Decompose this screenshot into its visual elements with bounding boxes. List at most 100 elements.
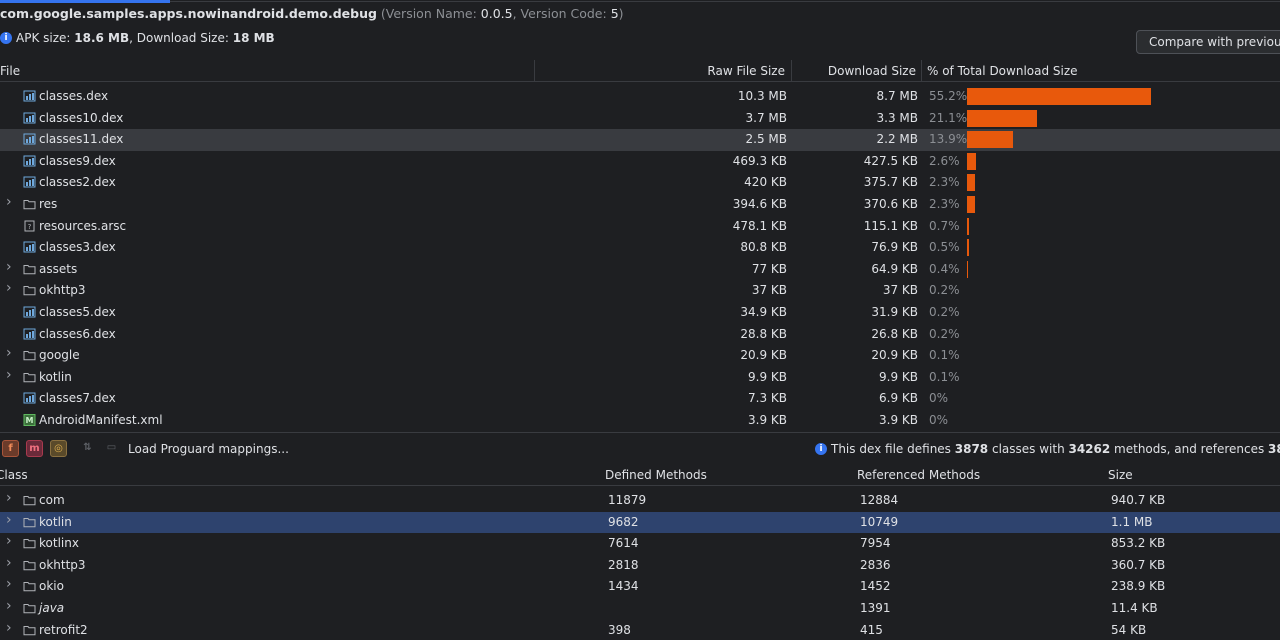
column-referenced-methods[interactable]: Referenced Methods (857, 468, 980, 482)
class-table-header: Class Defined Methods Referenced Methods… (0, 464, 1280, 486)
package-icon (23, 624, 36, 636)
percent-download: 0% (929, 391, 949, 406)
column-size[interactable]: Size (1108, 468, 1133, 482)
class-row[interactable]: › com 11879 12884 940.7 KB (0, 490, 1280, 512)
chevron-right-icon[interactable]: › (6, 345, 12, 361)
show-fields-icon[interactable]: f (2, 440, 19, 457)
file-row[interactable]: classes11.dex 2.5 MB 2.2 MB 13.9% (0, 129, 1280, 151)
referenced-methods: 1391 (860, 600, 891, 615)
raw-file-size: 3.9 KB (748, 412, 787, 427)
file-name: classes7.dex (39, 391, 116, 406)
download-size: 2.2 MB (876, 132, 918, 147)
chevron-right-icon[interactable]: › (6, 576, 12, 592)
file-row[interactable]: classes10.dex 3.7 MB 3.3 MB 21.1% (0, 108, 1280, 130)
chevron-right-icon[interactable]: › (6, 598, 12, 614)
package-icon (23, 494, 36, 506)
column-download-size[interactable]: Download Size (828, 64, 916, 78)
file-table-header: File Raw File Size Download Size % of To… (0, 60, 1280, 82)
download-size: 31.9 KB (871, 304, 918, 319)
file-row[interactable]: › res 394.6 KB 370.6 KB 2.3% (0, 194, 1280, 216)
column-divider[interactable] (791, 60, 792, 82)
chevron-right-icon[interactable]: › (6, 367, 12, 383)
manifest-icon: M (23, 413, 36, 426)
class-row[interactable]: › okhttp3 2818 2836 360.7 KB (0, 555, 1280, 577)
deobfuscate-icon[interactable]: ▭ (103, 440, 120, 457)
class-row[interactable]: › retrofit2 398 415 54 KB (0, 620, 1280, 640)
folder-icon (23, 371, 36, 383)
info-icon: i (0, 32, 12, 44)
file-name: classes6.dex (39, 326, 116, 341)
class-size: 238.9 KB (1111, 579, 1166, 594)
class-size: 1.1 MB (1111, 514, 1153, 529)
file-row[interactable]: classes7.dex 7.3 KB 6.9 KB 0% (0, 388, 1280, 410)
class-name: retrofit2 (39, 622, 88, 637)
file-row[interactable]: classes5.dex 34.9 KB 31.9 KB 0.2% (0, 302, 1280, 324)
file-row[interactable]: classes9.dex 469.3 KB 427.5 KB 2.6% (0, 151, 1280, 173)
column-divider[interactable] (534, 60, 535, 82)
show-removed-icon[interactable]: ⇅ (79, 440, 96, 457)
column-file[interactable]: File (0, 64, 20, 78)
file-row[interactable]: › kotlin 9.9 KB 9.9 KB 0.1% (0, 367, 1280, 389)
splitter[interactable] (0, 432, 1280, 433)
chevron-right-icon[interactable]: › (6, 533, 12, 549)
file-row[interactable]: › google 20.9 KB 20.9 KB 0.1% (0, 345, 1280, 367)
chevron-right-icon[interactable]: › (6, 512, 12, 528)
apk-size-value: 18.6 MB (74, 31, 130, 45)
defined-methods: 1434 (608, 579, 639, 594)
svg-text:?: ? (28, 223, 32, 231)
file-name: AndroidManifest.xml (39, 412, 163, 427)
chevron-right-icon[interactable]: › (6, 620, 12, 636)
percent-download: 13.9% (929, 132, 968, 147)
file-row[interactable]: classes.dex 10.3 MB 8.7 MB 55.2% (0, 86, 1280, 108)
show-referenced-icon[interactable]: ◎ (50, 440, 67, 457)
dex-summary: i This dex file defines 3878 classes wit… (815, 442, 1280, 456)
folder-icon (23, 198, 36, 210)
class-row[interactable]: › kotlin 9682 10749 1.1 MB (0, 511, 1280, 534)
percent-download: 55.2% (929, 89, 968, 103)
chevron-right-icon[interactable]: › (6, 555, 12, 571)
column-raw-file-size[interactable]: Raw File Size (707, 64, 785, 78)
raw-file-size: 77 KB (751, 261, 787, 276)
file-name: classes2.dex (39, 175, 116, 190)
download-share-bar (967, 195, 975, 213)
class-row[interactable]: › java 1391 11.4 KB (0, 598, 1280, 620)
chevron-right-icon[interactable]: › (6, 259, 12, 275)
file-row[interactable]: classes2.dex 420 KB 375.7 KB 2.3% (0, 172, 1280, 194)
class-row[interactable]: › kotlinx 7614 7954 853.2 KB (0, 533, 1280, 555)
dex-icon (23, 155, 36, 167)
version-name-label: (Version Name: (380, 6, 481, 21)
column-class[interactable]: Class (0, 468, 28, 482)
file-name: classes11.dex (39, 132, 124, 147)
column-percent-download[interactable]: % of Total Download Size (927, 64, 1078, 78)
info-icon: i (815, 443, 827, 455)
chevron-right-icon[interactable]: › (6, 194, 12, 210)
file-row[interactable]: classes6.dex 28.8 KB 26.8 KB 0.2% (0, 324, 1280, 346)
raw-file-size: 2.5 MB (745, 132, 787, 147)
file-row[interactable]: › assets 77 KB 64.9 KB 0.4% (0, 259, 1280, 281)
compare-with-previous-button[interactable]: Compare with previous (1136, 30, 1280, 54)
show-methods-icon[interactable]: m (26, 440, 43, 457)
percent-download: 21.1% (929, 110, 968, 125)
file-name: resources.arsc (39, 218, 127, 233)
class-row[interactable]: › okio 1434 1452 238.9 KB (0, 576, 1280, 598)
raw-file-size: 80.8 KB (740, 240, 787, 255)
referenced-methods: 2836 (860, 557, 891, 572)
download-size: 6.9 KB (879, 391, 918, 406)
class-name: okhttp3 (39, 557, 86, 572)
file-name: okhttp3 (39, 283, 86, 298)
chevron-right-icon[interactable]: › (6, 280, 12, 296)
column-defined-methods[interactable]: Defined Methods (605, 468, 707, 482)
download-share-bar (967, 174, 975, 192)
load-proguard-mappings-link[interactable]: Load Proguard mappings... (128, 442, 289, 456)
file-name: res (39, 196, 58, 211)
referenced-methods: 7954 (860, 536, 891, 551)
file-row[interactable]: ? resources.arsc 478.1 KB 115.1 KB 0.7% (0, 216, 1280, 238)
defined-methods: 2818 (608, 557, 639, 572)
file-row[interactable]: › okhttp3 37 KB 37 KB 0.2% (0, 280, 1280, 302)
column-divider[interactable] (921, 60, 922, 82)
chevron-right-icon[interactable]: › (6, 490, 12, 506)
download-size: 115.1 KB (863, 218, 918, 233)
dex-icon (23, 392, 36, 404)
file-row[interactable]: M AndroidManifest.xml 3.9 KB 3.9 KB 0% (0, 410, 1280, 432)
file-row[interactable]: classes3.dex 80.8 KB 76.9 KB 0.5% (0, 237, 1280, 259)
